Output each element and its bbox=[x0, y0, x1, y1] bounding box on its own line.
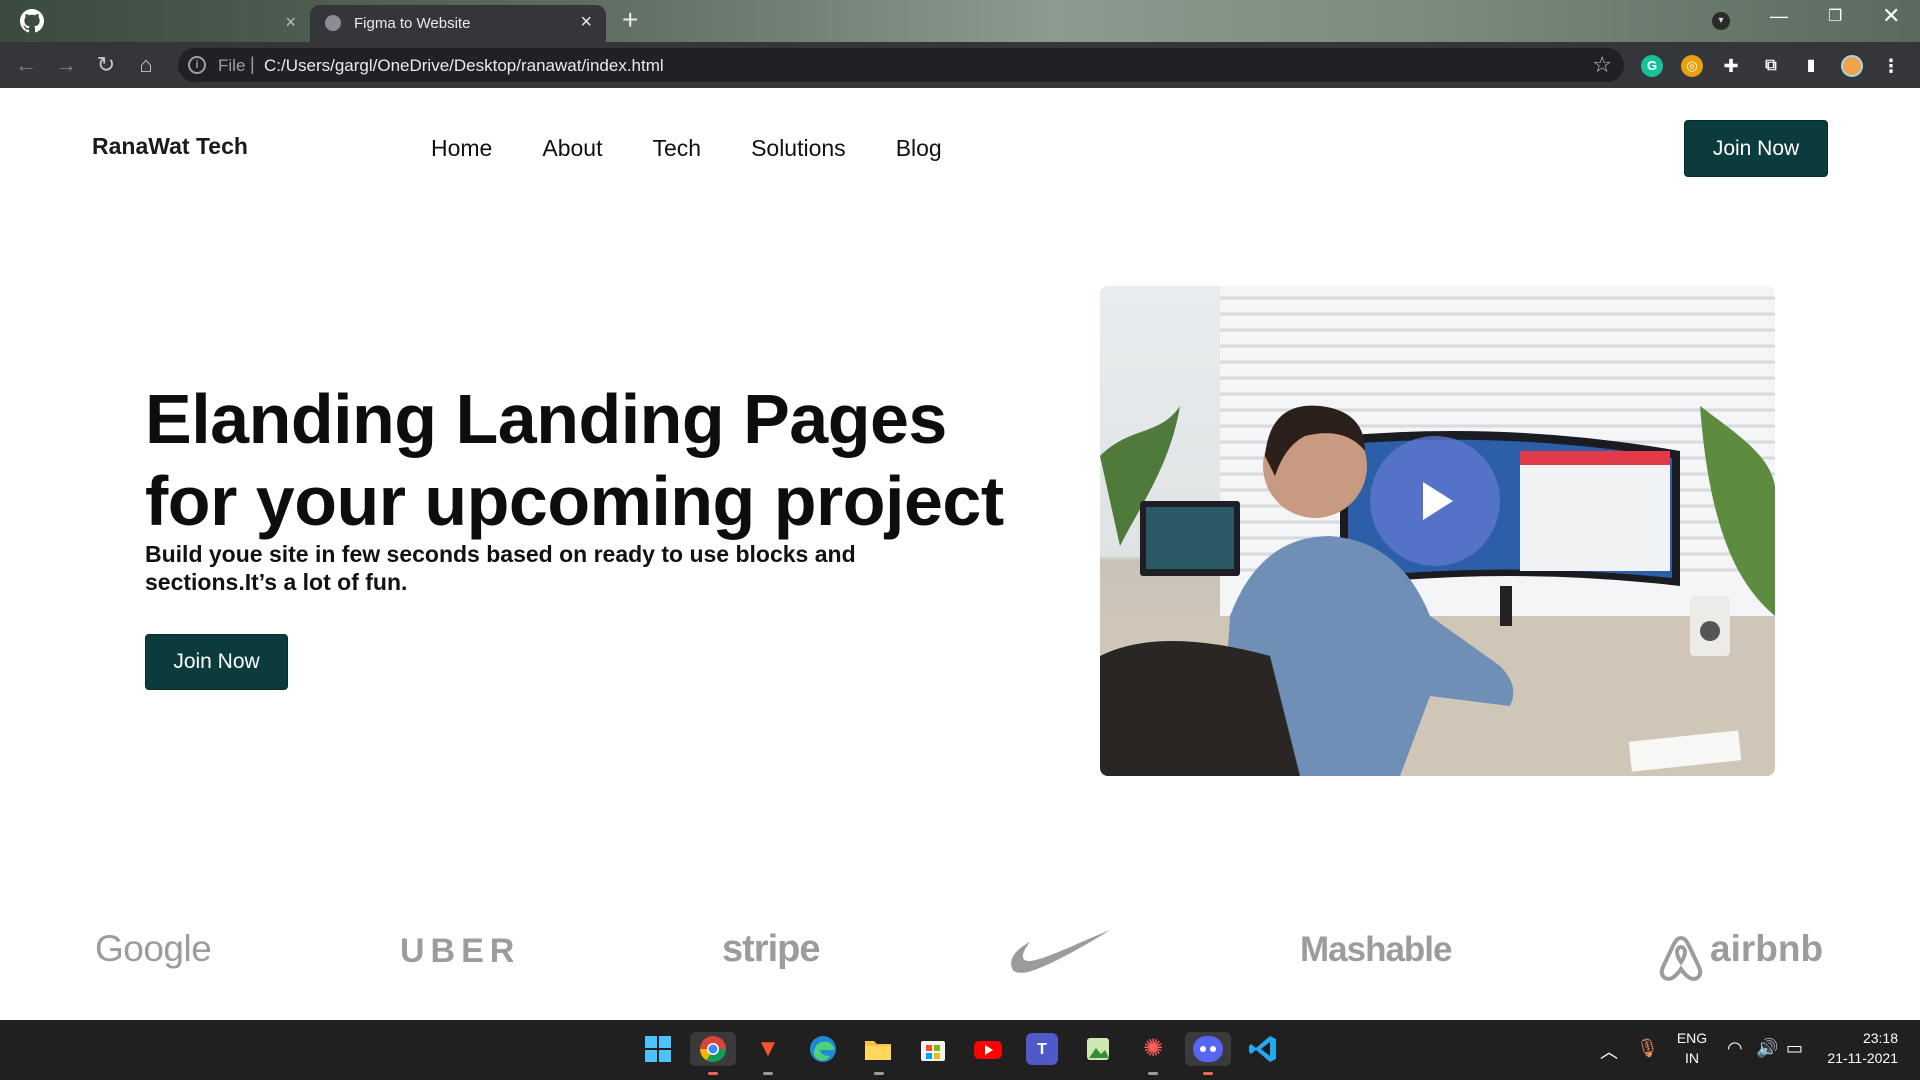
clock-date: 21-11-2021 bbox=[1827, 1050, 1898, 1066]
url-text[interactable]: C:/Users/gargl/OneDrive/Desktop/ranawat/… bbox=[264, 56, 664, 76]
info-icon[interactable]: i bbox=[188, 56, 206, 74]
photos-app-icon[interactable] bbox=[1081, 1032, 1115, 1066]
region-code: IN bbox=[1685, 1050, 1699, 1066]
extensions-puzzle-icon[interactable]: ✚ bbox=[1720, 55, 1742, 77]
join-now-hero-button[interactable]: Join Now bbox=[145, 634, 288, 690]
spider-app-icon[interactable]: ✺ bbox=[1136, 1032, 1170, 1066]
system-clock[interactable]: 23:18 21-11-2021 bbox=[1818, 1028, 1898, 1068]
menu-kebab-icon[interactable]: ⋮ bbox=[1880, 55, 1902, 77]
site-nav: Home About Tech Solutions Blog bbox=[431, 135, 942, 162]
globe-icon bbox=[325, 15, 341, 31]
active-indicator bbox=[708, 1072, 718, 1075]
windows-start-icon[interactable] bbox=[641, 1032, 675, 1066]
running-indicator bbox=[763, 1072, 773, 1075]
close-icon[interactable]: × bbox=[285, 12, 296, 33]
close-tab-icon[interactable]: × bbox=[580, 11, 592, 34]
volume-icon[interactable]: 🔊 bbox=[1756, 1038, 1778, 1059]
reload-icon[interactable]: ↻ bbox=[92, 51, 120, 79]
running-indicator bbox=[1148, 1072, 1158, 1075]
chrome-icon[interactable] bbox=[690, 1032, 736, 1066]
battery-icon[interactable]: ▭ bbox=[1786, 1038, 1803, 1059]
cast-icon[interactable]: ⧉ bbox=[1760, 55, 1782, 77]
running-indicator bbox=[874, 1072, 884, 1075]
home-icon[interactable]: ⌂ bbox=[132, 51, 160, 79]
tab-title: Figma to Website bbox=[354, 15, 471, 32]
brave-icon[interactable]: ▼ bbox=[751, 1032, 785, 1066]
os-taskbar: ▼ T ✺ ︿ 🎙 ENG IN ◠ 🔊 ▭ 23:18 21-11-2021 bbox=[0, 1020, 1920, 1080]
file-explorer-icon[interactable] bbox=[861, 1032, 895, 1066]
hero-subtitle: Build youe site in few seconds based on … bbox=[145, 541, 856, 595]
microsoft-store-icon[interactable] bbox=[916, 1032, 950, 1066]
minimize-icon[interactable]: — bbox=[1770, 6, 1788, 27]
site-logo-text[interactable]: RanaWat Tech bbox=[92, 133, 248, 160]
maximize-icon[interactable]: ❐ bbox=[1828, 6, 1842, 26]
new-tab-button[interactable]: + bbox=[622, 4, 638, 36]
url-scheme-label: File bbox=[218, 56, 246, 75]
hero-title-line1: Elanding Landing Pages bbox=[145, 380, 947, 458]
hero-title-line2: for your upcoming project bbox=[145, 462, 1004, 540]
join-now-header-button[interactable]: Join Now bbox=[1684, 120, 1828, 177]
language-indicator[interactable]: ENG IN bbox=[1674, 1028, 1710, 1068]
discord-icon[interactable] bbox=[1185, 1032, 1231, 1066]
uber-logo: UBER bbox=[400, 932, 521, 970]
forward-icon[interactable]: → bbox=[52, 51, 80, 79]
stripe-logo: stripe bbox=[722, 928, 820, 970]
address-bar[interactable]: i File | C:/Users/gargl/OneDrive/Desktop… bbox=[178, 48, 1624, 82]
clock-time: 23:18 bbox=[1862, 1030, 1898, 1046]
airbnb-logo: airbnb bbox=[1710, 928, 1824, 969]
active-indicator bbox=[1203, 1072, 1213, 1075]
hero-video[interactable] bbox=[1100, 286, 1775, 776]
close-window-icon[interactable]: ✕ bbox=[1882, 3, 1900, 29]
teams-icon[interactable]: T bbox=[1026, 1033, 1058, 1065]
github-icon[interactable] bbox=[20, 9, 44, 33]
side-panel-icon[interactable]: ▮ bbox=[1800, 55, 1822, 77]
language-code: ENG bbox=[1676, 1030, 1708, 1046]
tray-overflow-icon[interactable]: ︿ bbox=[1600, 1038, 1618, 1064]
nav-solutions[interactable]: Solutions bbox=[751, 135, 846, 162]
youtube-icon[interactable] bbox=[971, 1032, 1005, 1066]
google-logo: Google bbox=[95, 928, 212, 969]
nav-tech[interactable]: Tech bbox=[652, 135, 701, 162]
nav-blog[interactable]: Blog bbox=[896, 135, 942, 162]
vscode-icon[interactable] bbox=[1246, 1032, 1280, 1066]
wifi-icon[interactable]: ◠ bbox=[1727, 1038, 1743, 1059]
grammarly-icon[interactable]: G bbox=[1641, 55, 1663, 77]
inactive-tab[interactable]: × bbox=[70, 6, 306, 42]
nav-about[interactable]: About bbox=[542, 135, 602, 162]
nav-home[interactable]: Home bbox=[431, 135, 492, 162]
microphone-icon[interactable]: 🎙 bbox=[1636, 1038, 1659, 1059]
back-icon[interactable]: ← bbox=[12, 51, 40, 79]
edge-icon[interactable] bbox=[806, 1032, 840, 1066]
tab-active[interactable]: Figma to Website × bbox=[310, 5, 606, 42]
browser-toolbar: ← → ↻ ⌂ i File | C:/Users/gargl/OneDrive… bbox=[0, 42, 1920, 88]
tab-search-icon[interactable]: ▾ bbox=[1712, 12, 1730, 30]
mashable-logo: Mashable bbox=[1300, 930, 1452, 969]
airbnb-mark-icon bbox=[1659, 935, 1703, 981]
extension-coin-icon[interactable]: ◎ bbox=[1681, 55, 1703, 77]
profile-avatar[interactable] bbox=[1841, 55, 1863, 77]
nike-swoosh-icon bbox=[1011, 930, 1110, 973]
url-separator: | bbox=[250, 54, 255, 74]
bookmark-star-icon[interactable]: ☆ bbox=[1592, 52, 1612, 78]
browser-tab-strip: × Figma to Website × + ▾ — ❐ ✕ bbox=[0, 0, 1920, 42]
play-icon[interactable] bbox=[1370, 436, 1500, 566]
hero-title: Elanding Landing Pages for your upcoming… bbox=[145, 378, 1045, 542]
web-page: RanaWat Tech Home About Tech Solutions B… bbox=[0, 88, 1920, 1020]
